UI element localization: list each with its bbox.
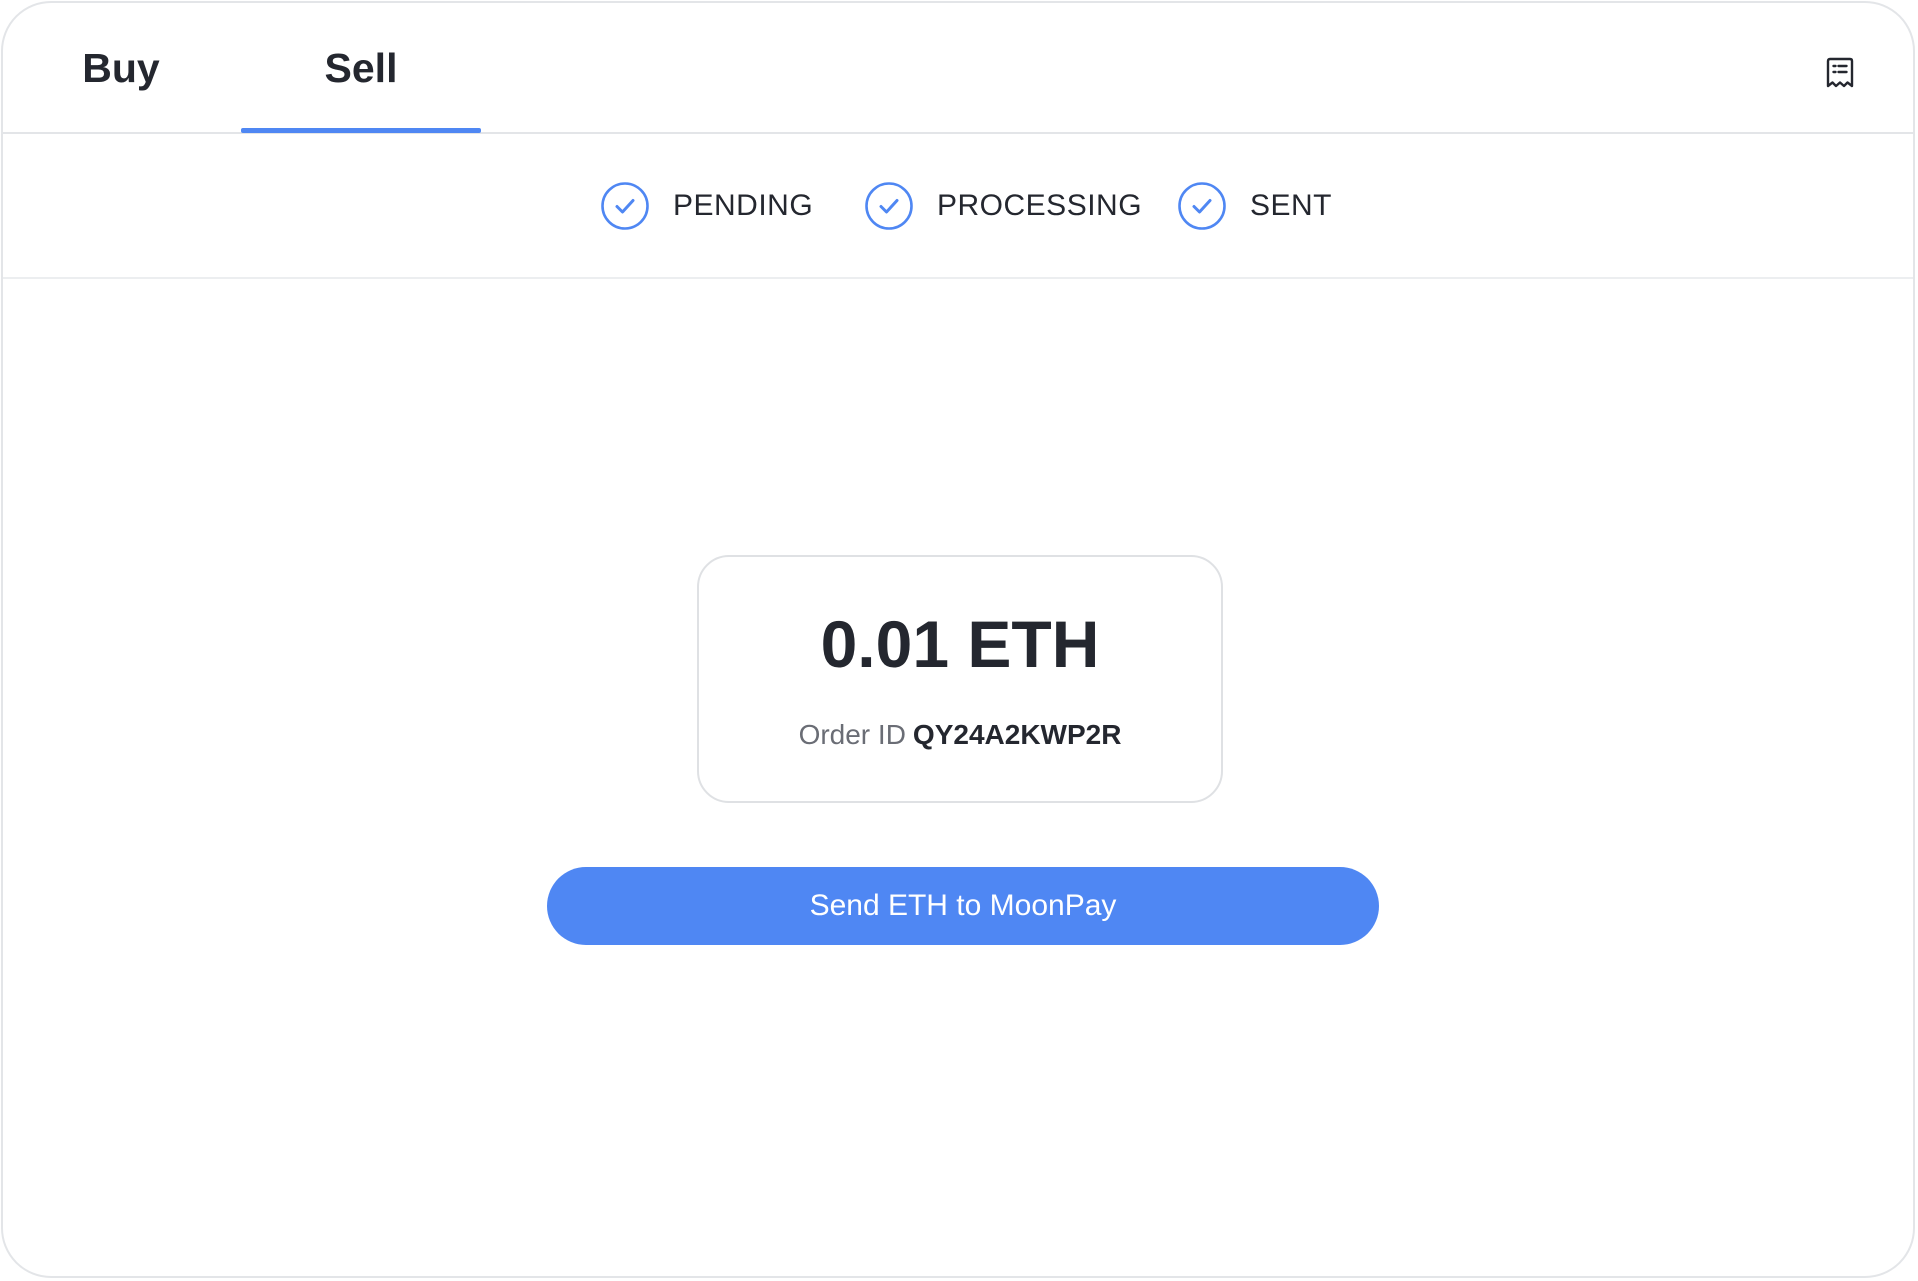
step-label: PROCESSING: [937, 189, 1143, 222]
receipt-icon: [1826, 57, 1854, 88]
step-pending: PENDING: [600, 181, 813, 231]
tab-buy-label: Buy: [82, 45, 160, 91]
order-id-value: QY24A2KWP2R: [912, 719, 1122, 750]
step-sent: SENT: [1177, 181, 1332, 231]
tab-sell-label: Sell: [324, 45, 398, 91]
step-label: SENT: [1250, 189, 1333, 222]
transactions-button[interactable]: [1823, 55, 1857, 91]
widget-container: Buy Sell PENDING PROCESSING SENT 0.01 ET…: [1, 1, 1915, 1278]
active-tab-indicator: [241, 128, 481, 133]
check-circle-icon: [1177, 181, 1227, 231]
send-eth-button-label: Send ETH to MoonPay: [809, 889, 1117, 922]
tab-buy[interactable]: Buy: [45, 3, 197, 134]
order-amount: 0.01 ETH: [820, 607, 1100, 681]
check-circle-icon: [864, 181, 914, 231]
tab-sell[interactable]: Sell: [241, 3, 481, 134]
order-id-row: Order ID QY24A2KWP2R: [699, 721, 1221, 749]
step-processing: PROCESSING: [864, 181, 1142, 231]
order-id-label: Order ID: [798, 719, 906, 750]
check-circle-icon: [600, 181, 650, 231]
send-eth-button[interactable]: Send ETH to MoonPay: [547, 867, 1379, 945]
order-progress-steps: PENDING PROCESSING SENT: [3, 134, 1913, 279]
order-summary-card: 0.01 ETH Order ID QY24A2KWP2R: [697, 555, 1223, 803]
header: Buy Sell: [3, 3, 1913, 134]
step-label: PENDING: [673, 189, 814, 222]
